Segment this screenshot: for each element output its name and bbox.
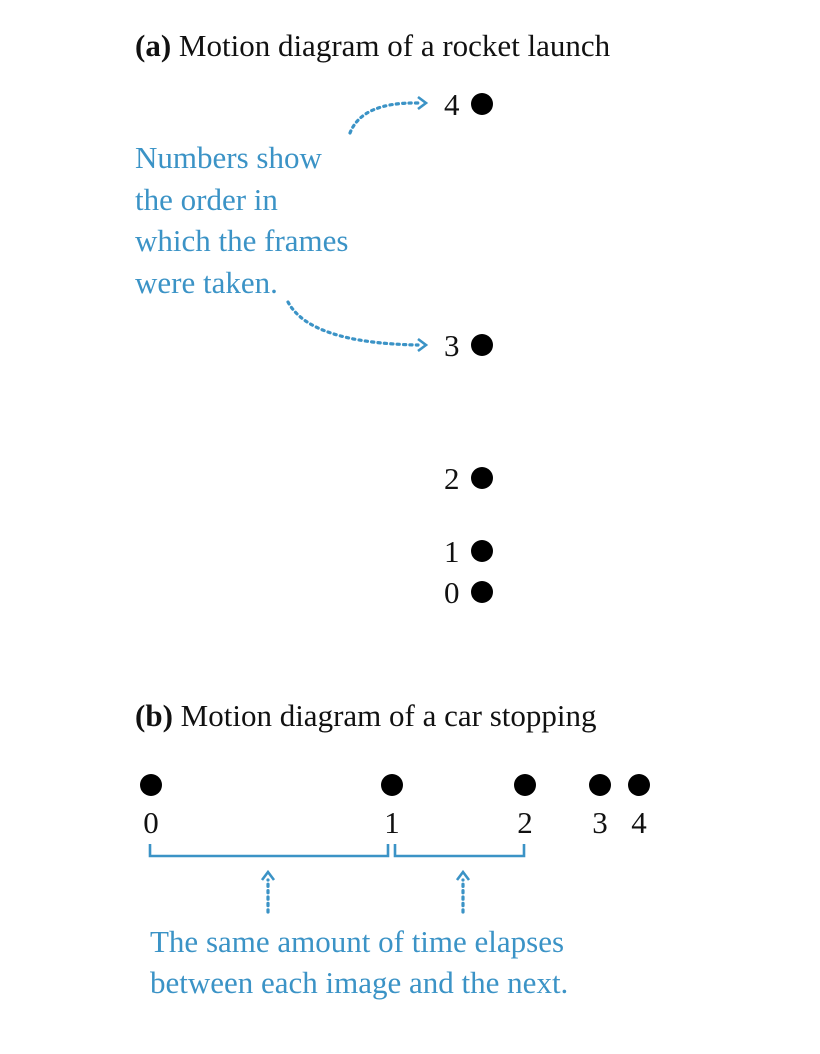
car-frame-0-label: 0: [143, 805, 159, 840]
car-annotation-line-2: between each image and the next.: [150, 965, 568, 1000]
rocket-annotation-line-2: the order in: [135, 182, 278, 217]
car-frame-4-label: 4: [631, 805, 647, 840]
car-frame-4-dot: [628, 774, 650, 796]
part-b-title: (b) Motion diagram of a car stopping: [135, 698, 596, 733]
car-frame-1-dot: [381, 774, 403, 796]
interval-bracket-1-2: [393, 844, 526, 858]
motion-diagrams-figure: (a) Motion diagram of a rocket launch 4 …: [135, 28, 650, 1000]
car-frame-0-dot: [140, 774, 162, 796]
car-frame-3-dot: [589, 774, 611, 796]
rocket-frame-1-label: 1: [444, 534, 460, 569]
car-frame-1-label: 1: [384, 805, 400, 840]
part-a: (a) Motion diagram of a rocket launch 4 …: [135, 28, 611, 610]
rocket-frame-4-dot: [471, 93, 493, 115]
rocket-frame-4-label: 4: [444, 87, 460, 122]
interval-bracket-0-1: [148, 844, 390, 858]
part-b: (b) Motion diagram of a car stopping 0 1…: [135, 698, 650, 1000]
rocket-annotation-line-4: were taken.: [135, 265, 278, 300]
rocket-annotation-line-1: Numbers show: [135, 140, 322, 175]
rocket-frame-0-dot: [471, 581, 493, 603]
rocket-frame-3-dot: [471, 334, 493, 356]
rocket-frame-2-dot: [471, 467, 493, 489]
car-annotation-line-1: The same amount of time elapses: [150, 924, 564, 959]
arrow-to-frame-4: [348, 101, 420, 135]
rocket-frame-3-label: 3: [444, 328, 460, 363]
rocket-annotation-line-3: which the frames: [135, 223, 348, 258]
arrow-to-frame-3: [286, 300, 420, 347]
car-frame-3-label: 3: [592, 805, 608, 840]
rocket-frame-1-dot: [471, 540, 493, 562]
rocket-frame-0-label: 0: [444, 575, 460, 610]
rocket-frame-2-label: 2: [444, 461, 460, 496]
car-frame-2-dot: [514, 774, 536, 796]
car-frame-2-label: 2: [517, 805, 533, 840]
part-a-title: (a) Motion diagram of a rocket launch: [135, 28, 611, 63]
